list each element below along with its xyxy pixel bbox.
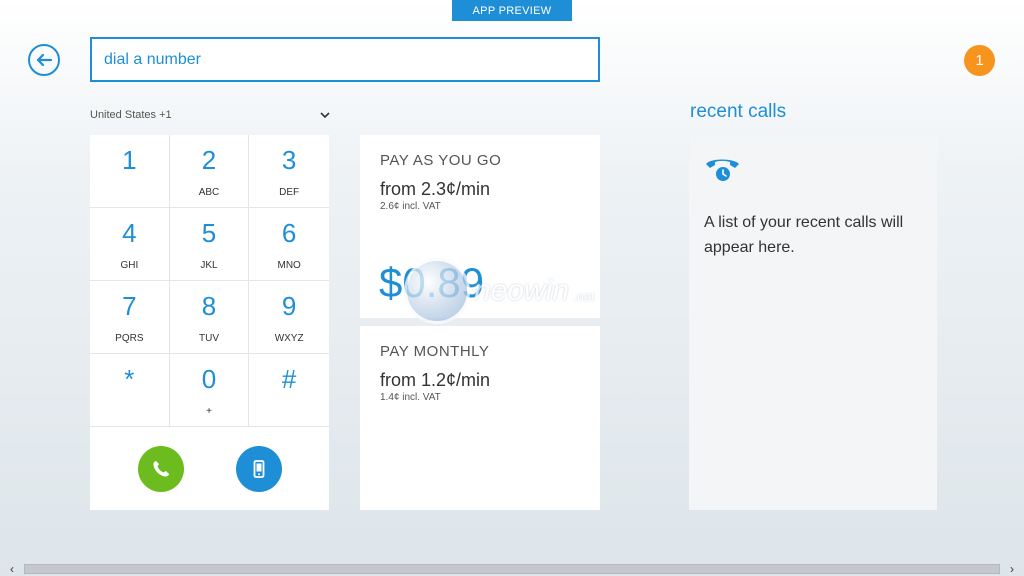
plan-title: PAY MONTHLY xyxy=(380,343,490,360)
pay-monthly-card[interactable]: PAY MONTHLY from 1.2¢/min 1.4¢ incl. VAT xyxy=(360,326,600,510)
plan-rate: from 2.3¢/min xyxy=(380,179,491,199)
key-digit: 0 xyxy=(201,364,217,394)
back-arrow-icon xyxy=(36,53,53,67)
phone-icon xyxy=(153,460,169,476)
key-8[interactable]: 8 TUV xyxy=(169,281,250,354)
key-1[interactable]: 1 xyxy=(90,135,170,208)
plan-rate: from 1.2¢/min xyxy=(380,370,491,390)
key-9[interactable]: 9 WXYZ xyxy=(249,281,329,354)
back-button[interactable] xyxy=(28,44,60,76)
scroll-left-icon[interactable]: ‹ xyxy=(0,562,24,576)
pay-as-you-go-card[interactable]: PAY AS YOU GO from 2.3¢/min 2.6¢ incl. V… xyxy=(360,135,600,318)
key-digit: # xyxy=(281,364,297,394)
mobile-icon xyxy=(253,459,264,478)
key-4[interactable]: 4 GHI xyxy=(90,208,170,281)
scroll-track[interactable] xyxy=(24,564,1000,574)
chevron-down-icon xyxy=(320,112,330,119)
key-letters: MNO xyxy=(277,260,301,271)
key-letters: + xyxy=(206,406,212,417)
key-letters: PQRS xyxy=(115,333,144,344)
key-3[interactable]: 3 DEF xyxy=(249,135,329,208)
key-letters: ABC xyxy=(198,187,220,198)
key-digit: 8 xyxy=(201,291,217,321)
key-letters: GHI xyxy=(120,260,139,271)
phone-clock-icon xyxy=(706,159,739,181)
key-digit: 5 xyxy=(201,218,217,248)
country-selector[interactable]: United States +1 xyxy=(90,106,330,124)
recent-calls-panel: A list of your recent calls will appear … xyxy=(689,135,937,510)
app-preview-banner: APP PREVIEW xyxy=(452,0,572,21)
keypad: 1 2 ABC 3 DEF 4 GHI 5 JKL 6 MNO 7 PQRS 8 TUV 9 W… xyxy=(90,135,329,510)
keypad-actions xyxy=(90,427,329,510)
key-2[interactable]: 2 ABC xyxy=(169,135,250,208)
key-digit: 6 xyxy=(281,218,297,248)
key-star[interactable]: * xyxy=(90,354,170,427)
sms-button[interactable] xyxy=(235,445,282,492)
key-digit: 9 xyxy=(281,291,297,321)
call-button[interactable] xyxy=(137,445,184,492)
recent-calls-empty-message: A list of your recent calls will appear … xyxy=(704,214,904,256)
key-letters: WXYZ xyxy=(274,333,304,344)
keypad-keys: 1 2 ABC 3 DEF 4 GHI 5 JKL 6 MNO 7 PQRS 8 TUV 9 W… xyxy=(90,135,329,427)
key-hash[interactable]: # xyxy=(249,354,329,427)
key-letters: TUV xyxy=(198,333,219,344)
key-5[interactable]: 5 JKL xyxy=(169,208,250,281)
key-6[interactable]: 6 MNO xyxy=(249,208,329,281)
key-digit: 3 xyxy=(281,145,297,175)
key-letters: DEF xyxy=(279,187,300,198)
key-digit: 4 xyxy=(122,218,137,248)
scroll-right-icon[interactable]: › xyxy=(1000,562,1024,576)
key-digit: * xyxy=(124,364,135,394)
recent-calls-title: recent calls xyxy=(690,101,787,122)
dial-number-input[interactable] xyxy=(90,37,600,82)
notification-badge[interactable]: 1 xyxy=(964,45,995,76)
plan-price: $0.89 xyxy=(379,259,485,306)
key-0[interactable]: 0 + xyxy=(169,354,250,427)
horizontal-scrollbar[interactable]: ‹ › xyxy=(0,562,1024,576)
key-letters: JKL xyxy=(200,260,218,271)
scroll-thumb[interactable] xyxy=(24,564,1000,574)
plan-vat: 2.6¢ incl. VAT xyxy=(380,201,441,212)
country-label: United States +1 xyxy=(90,109,172,121)
plan-title: PAY AS YOU GO xyxy=(380,152,502,169)
key-7[interactable]: 7 PQRS xyxy=(90,281,170,354)
plan-vat: 1.4¢ incl. VAT xyxy=(380,392,441,403)
key-digit: 2 xyxy=(201,145,217,175)
key-digit: 7 xyxy=(122,291,137,321)
key-digit: 1 xyxy=(122,145,137,175)
